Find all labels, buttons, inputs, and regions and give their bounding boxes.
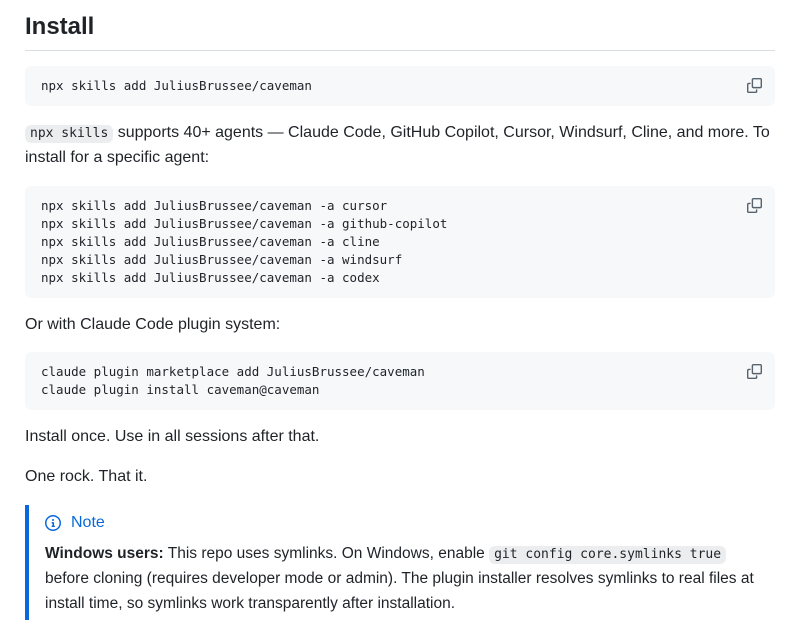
inline-code-git-config: git config core.symlinks true <box>489 546 726 564</box>
code-block-agent-specific: npx skills add JuliusBrussee/caveman -a … <box>25 186 775 298</box>
code-text: npx skills add JuliusBrussee/caveman -a … <box>25 186 775 298</box>
copy-button[interactable] <box>744 195 765 216</box>
note-title-row: Note <box>45 512 763 534</box>
note-title: Note <box>71 512 105 534</box>
paragraph-one-rock: One rock. That it. <box>25 465 775 490</box>
code-block-quick-install: npx skills add JuliusBrussee/caveman <box>25 66 775 106</box>
note-text-after-code: before cloning (requires developer mode … <box>45 570 754 612</box>
note-body: Windows users: This repo uses symlinks. … <box>45 541 763 616</box>
paragraph-install-once: Install once. Use in all sessions after … <box>25 425 775 450</box>
code-text: npx skills add JuliusBrussee/caveman <box>25 66 775 106</box>
readme-install-section: Install npx skills add JuliusBrussee/cav… <box>0 0 800 620</box>
paragraph-agents-text: supports 40+ agents — Claude Code, GitHu… <box>25 124 770 166</box>
paragraph-plugin-intro: Or with Claude Code plugin system: <box>25 313 775 338</box>
copy-icon <box>747 198 762 213</box>
inline-code-npx-skills: npx skills <box>25 125 113 143</box>
copy-button[interactable] <box>744 361 765 382</box>
copy-button[interactable] <box>744 75 765 96</box>
note-text-before-code: This repo uses symlinks. On Windows, ena… <box>164 545 489 562</box>
code-text: claude plugin marketplace add JuliusBrus… <box>25 352 775 410</box>
copy-icon <box>747 78 762 93</box>
copy-icon <box>747 364 762 379</box>
note-callout: Note Windows users: This repo uses symli… <box>25 505 775 620</box>
note-bold-prefix: Windows users: <box>45 545 164 562</box>
code-block-claude-plugin: claude plugin marketplace add JuliusBrus… <box>25 352 775 410</box>
paragraph-agents: npx skills supports 40+ agents — Claude … <box>25 121 775 171</box>
info-icon <box>45 515 61 531</box>
page-title: Install <box>25 12 775 51</box>
